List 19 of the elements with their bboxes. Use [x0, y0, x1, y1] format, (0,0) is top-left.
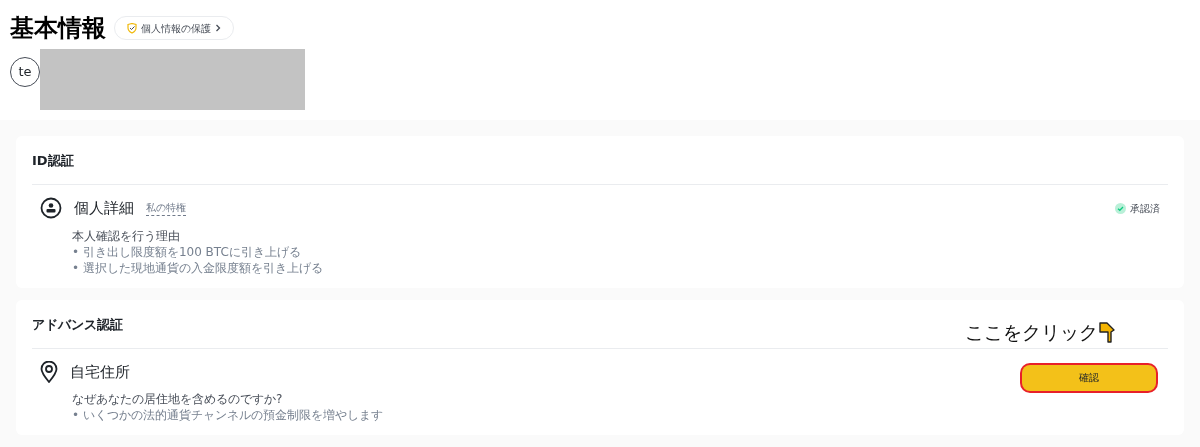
reason-title: 本人確認を行う理由	[72, 227, 181, 244]
page-title: 基本情報	[10, 13, 106, 44]
confirm-button[interactable]: 確認	[1022, 364, 1156, 391]
user-icon	[40, 197, 62, 220]
item-title: 自宅住所	[70, 361, 130, 383]
shield-check-icon	[127, 22, 137, 34]
reason-text: • 引き出し限度額を100 BTCに引き上げる	[72, 243, 302, 260]
reason-text: • いくつかの法的通貨チャンネルの預金制限を増やします	[72, 407, 383, 423]
item-title: 個人詳細	[74, 198, 134, 219]
annotation-text: ここをクリック	[965, 319, 1098, 345]
privileges-link[interactable]: 私の特権	[146, 200, 186, 217]
reason-title: なぜあなたの居住地を含めるのですか?	[72, 391, 284, 407]
section-title: アドバンス認証	[32, 316, 123, 332]
section-title: ID認証	[32, 153, 74, 168]
chevron-right-icon	[215, 24, 221, 32]
reason-text: • 選択した現地通貨の入金限度額を引き上げる	[72, 259, 323, 276]
status-text: 承認済	[1130, 202, 1160, 216]
check-icon	[1115, 203, 1126, 214]
location-pin-icon	[40, 360, 58, 383]
